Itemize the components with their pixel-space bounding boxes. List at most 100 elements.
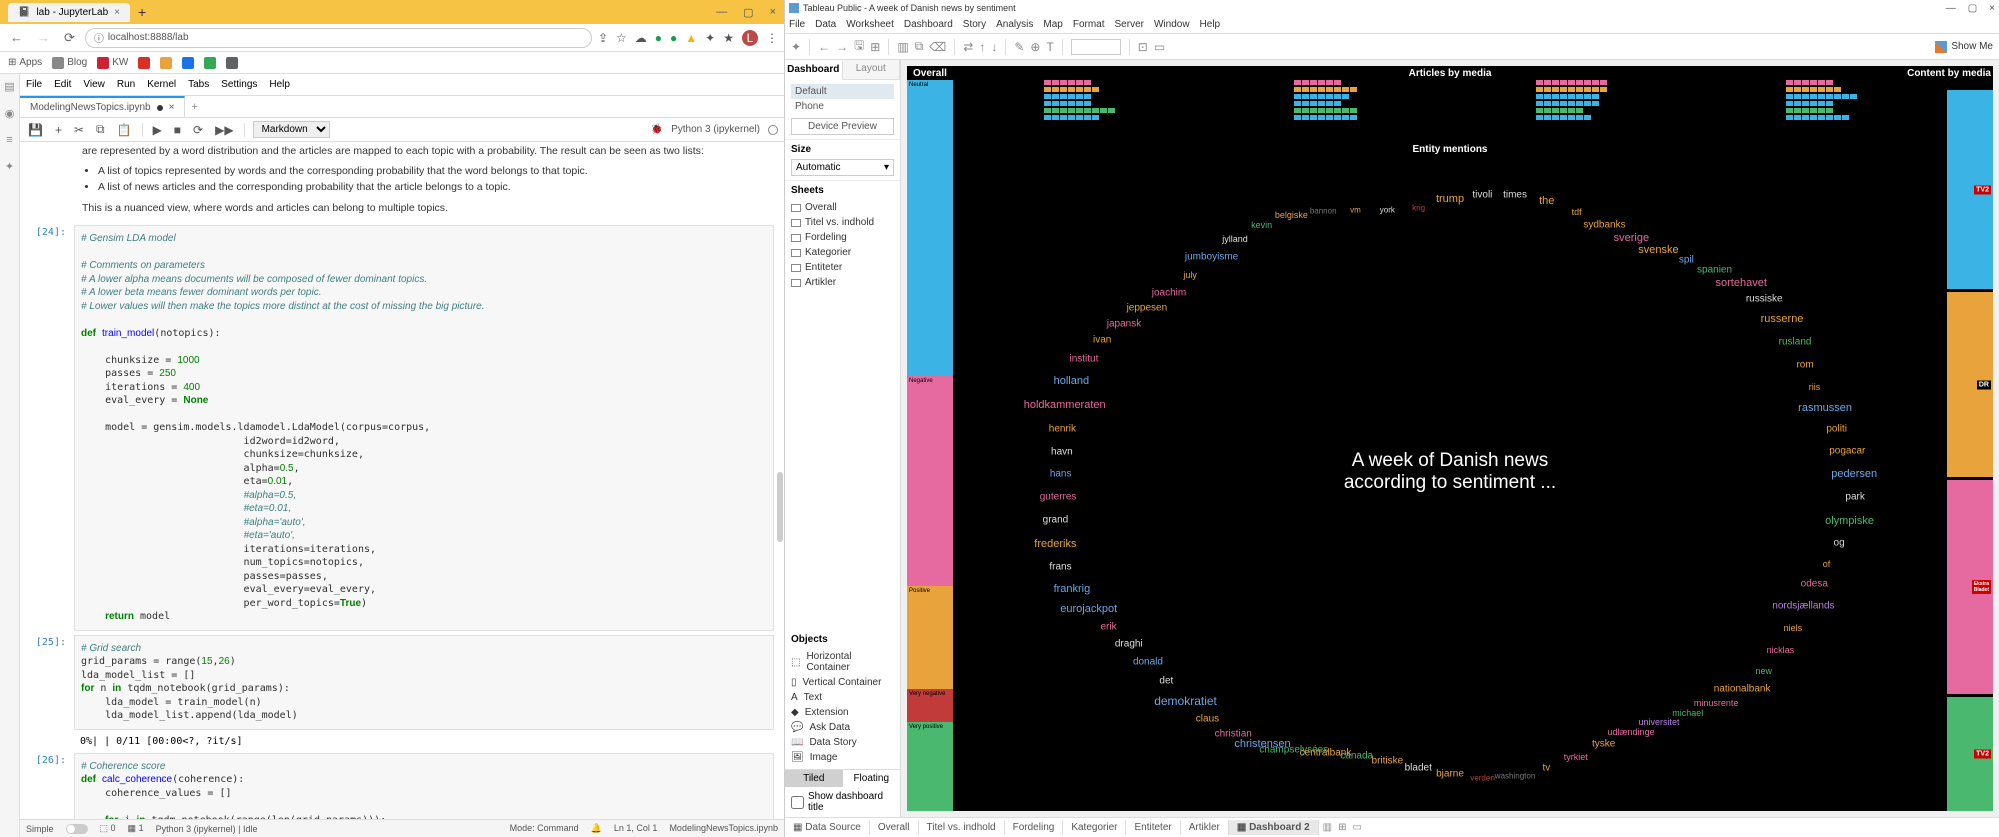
ext1-icon[interactable]: ● <box>655 31 662 45</box>
swap-icon[interactable]: ⇄ <box>963 40 973 54</box>
wordcloud-word[interactable]: svenske <box>1638 244 1678 256</box>
content-segment[interactable]: TV2 <box>1947 90 1993 289</box>
sheet-item[interactable]: Kategorier <box>791 245 894 260</box>
wordcloud-word[interactable]: jeppesen <box>1127 303 1168 314</box>
tab-dashboard[interactable]: Dashboard <box>785 61 843 80</box>
wordcloud-word[interactable]: udlændinge <box>1608 727 1655 737</box>
wordcloud-word[interactable]: tivoli <box>1472 189 1492 200</box>
content-segment[interactable]: EkstraBladet <box>1947 480 1993 694</box>
wordcloud-word[interactable]: new <box>1756 666 1773 676</box>
wordcloud-word[interactable]: rusland <box>1779 336 1812 347</box>
new-sheet-icon[interactable]: ▥ <box>897 40 908 54</box>
object-item[interactable]: 📖Data Story <box>791 735 894 750</box>
ext3-icon[interactable]: ▲ <box>685 31 697 45</box>
wordcloud-word[interactable]: july <box>1183 270 1197 280</box>
wordcloud-word[interactable]: joachim <box>1152 287 1186 298</box>
bottom-tab[interactable]: Titel vs. indhold <box>919 820 1005 835</box>
paste-icon[interactable]: 📋 <box>115 123 134 137</box>
reload-button[interactable]: ⟳ <box>60 30 79 46</box>
wordcloud-word[interactable]: riis <box>1809 382 1821 392</box>
sheet-item[interactable]: Entiteter <box>791 260 894 275</box>
content-segment[interactable]: DR <box>1947 292 1993 477</box>
wordcloud-word[interactable]: donald <box>1133 656 1163 667</box>
wordcloud-word[interactable]: japansk <box>1107 318 1141 329</box>
wordcloud-word[interactable]: og <box>1834 537 1845 548</box>
wordcloud-word[interactable]: christian <box>1215 729 1252 740</box>
cell-type-select[interactable]: Markdown <box>253 121 330 138</box>
wordcloud-word[interactable]: britiske <box>1372 756 1404 767</box>
menu-icon[interactable]: ⋮ <box>766 31 778 45</box>
sheet-item[interactable]: Fordeling <box>791 230 894 245</box>
wordcloud-word[interactable]: politi <box>1826 423 1847 434</box>
wordcloud-word[interactable]: tyske <box>1592 738 1615 749</box>
close-window-button[interactable]: × <box>770 6 776 19</box>
share-icon[interactable]: ⇪ <box>598 31 608 45</box>
size-dropdown[interactable]: Automatic▾ <box>791 159 894 176</box>
wordcloud-word[interactable]: havn <box>1051 446 1073 457</box>
new-worksheet-icon[interactable]: ▥ <box>1323 822 1332 833</box>
content-chart[interactable]: TV2 DR EkstraBladet TV2 <box>1947 66 1993 811</box>
wordcloud-word[interactable]: institut <box>1069 354 1098 365</box>
wordcloud-word[interactable]: erik <box>1100 622 1116 633</box>
wordcloud-word[interactable]: sydbanks <box>1583 220 1625 231</box>
fit-icon[interactable]: ⊡ <box>1138 40 1148 54</box>
object-item[interactable]: 🖼Image <box>791 750 894 765</box>
code-content[interactable]: # Gensim LDA model # Comments on paramet… <box>74 225 774 631</box>
menu-server[interactable]: Server <box>1115 19 1144 30</box>
wordcloud-word[interactable]: det <box>1159 675 1173 686</box>
wordcloud-word[interactable]: universitet <box>1639 717 1680 727</box>
wordcloud-word[interactable]: minusrente <box>1694 698 1739 708</box>
menu-analysis[interactable]: Analysis <box>996 19 1033 30</box>
menu-run[interactable]: Run <box>117 79 135 90</box>
redo-icon[interactable]: → <box>836 40 848 54</box>
device-default[interactable]: Default <box>791 84 894 99</box>
wordcloud-word[interactable]: york <box>1380 205 1395 214</box>
cut-icon[interactable]: ✂ <box>72 123 86 137</box>
wordcloud-word[interactable]: bladet <box>1405 762 1432 773</box>
wordcloud-word[interactable]: henrik <box>1049 423 1076 434</box>
code-cell[interactable]: [25]: # Grid search grid_params = range(… <box>30 635 774 730</box>
wordcloud-word[interactable]: russiske <box>1746 294 1783 305</box>
bottom-tab-active[interactable]: ▦ Dashboard 2 <box>1229 820 1319 835</box>
forward-button[interactable]: → <box>33 30 54 45</box>
new-tab-button[interactable]: + <box>185 101 203 113</box>
sheet-item[interactable]: Overall <box>791 200 894 215</box>
menu-story[interactable]: Story <box>963 19 986 30</box>
wordcloud-word[interactable]: olympiske <box>1825 515 1874 527</box>
files-icon[interactable]: ▤ <box>4 80 14 93</box>
wordcloud-word[interactable]: rom <box>1796 359 1813 370</box>
bookmark-blog[interactable]: Blog <box>52 57 87 69</box>
tab-close-icon[interactable]: × <box>169 102 175 113</box>
code-content[interactable]: # Grid search grid_params = range(15,26)… <box>74 635 774 730</box>
undo-icon[interactable]: ← <box>818 40 830 54</box>
markdown-cell[interactable]: are represented by a word distribution a… <box>30 144 774 217</box>
bottom-tab[interactable]: Kategorier <box>1063 820 1126 835</box>
wordcloud-word[interactable]: grand <box>1043 515 1069 526</box>
label-icon[interactable]: T <box>1046 40 1053 54</box>
tab-close-icon[interactable]: × <box>114 7 120 18</box>
content-segment[interactable]: TV2 <box>1947 697 1993 811</box>
bottom-tab[interactable]: Entiteter <box>1126 820 1180 835</box>
wordcloud-word[interactable]: jumboyisme <box>1185 252 1238 263</box>
menu-window[interactable]: Window <box>1154 19 1190 30</box>
object-item[interactable]: ▯Vertical Container <box>791 675 894 690</box>
wordcloud-word[interactable]: niels <box>1784 623 1803 633</box>
overall-segment[interactable]: Negative <box>907 376 953 586</box>
wordcloud-word[interactable]: hans <box>1050 469 1072 480</box>
wordcloud-word[interactable]: kevin <box>1251 220 1272 230</box>
bug-icon[interactable]: 🐞 <box>651 124 663 135</box>
stop-icon[interactable]: ■ <box>172 123 183 137</box>
code-content[interactable]: # Coherence score def calc_coherence(coh… <box>74 753 774 820</box>
minimize-button[interactable]: — <box>716 6 727 19</box>
present-icon[interactable]: ▭ <box>1154 40 1165 54</box>
wordcloud-word[interactable]: bannon <box>1310 207 1337 216</box>
minimize-button[interactable]: — <box>1946 3 1956 14</box>
bottom-tab-datasource[interactable]: ▦ Data Source <box>785 820 870 835</box>
status-notif-icon[interactable]: 🔔 <box>591 823 602 834</box>
kernel-name[interactable]: Python 3 (ipykernel) <box>671 124 760 135</box>
device-preview-button[interactable]: Device Preview <box>791 118 894 135</box>
scrollbar-thumb[interactable] <box>777 472 783 542</box>
overall-segment[interactable]: Very positive <box>907 722 953 811</box>
highlight-icon[interactable]: ✎ <box>1014 40 1024 54</box>
menu-edit[interactable]: Edit <box>54 79 71 90</box>
